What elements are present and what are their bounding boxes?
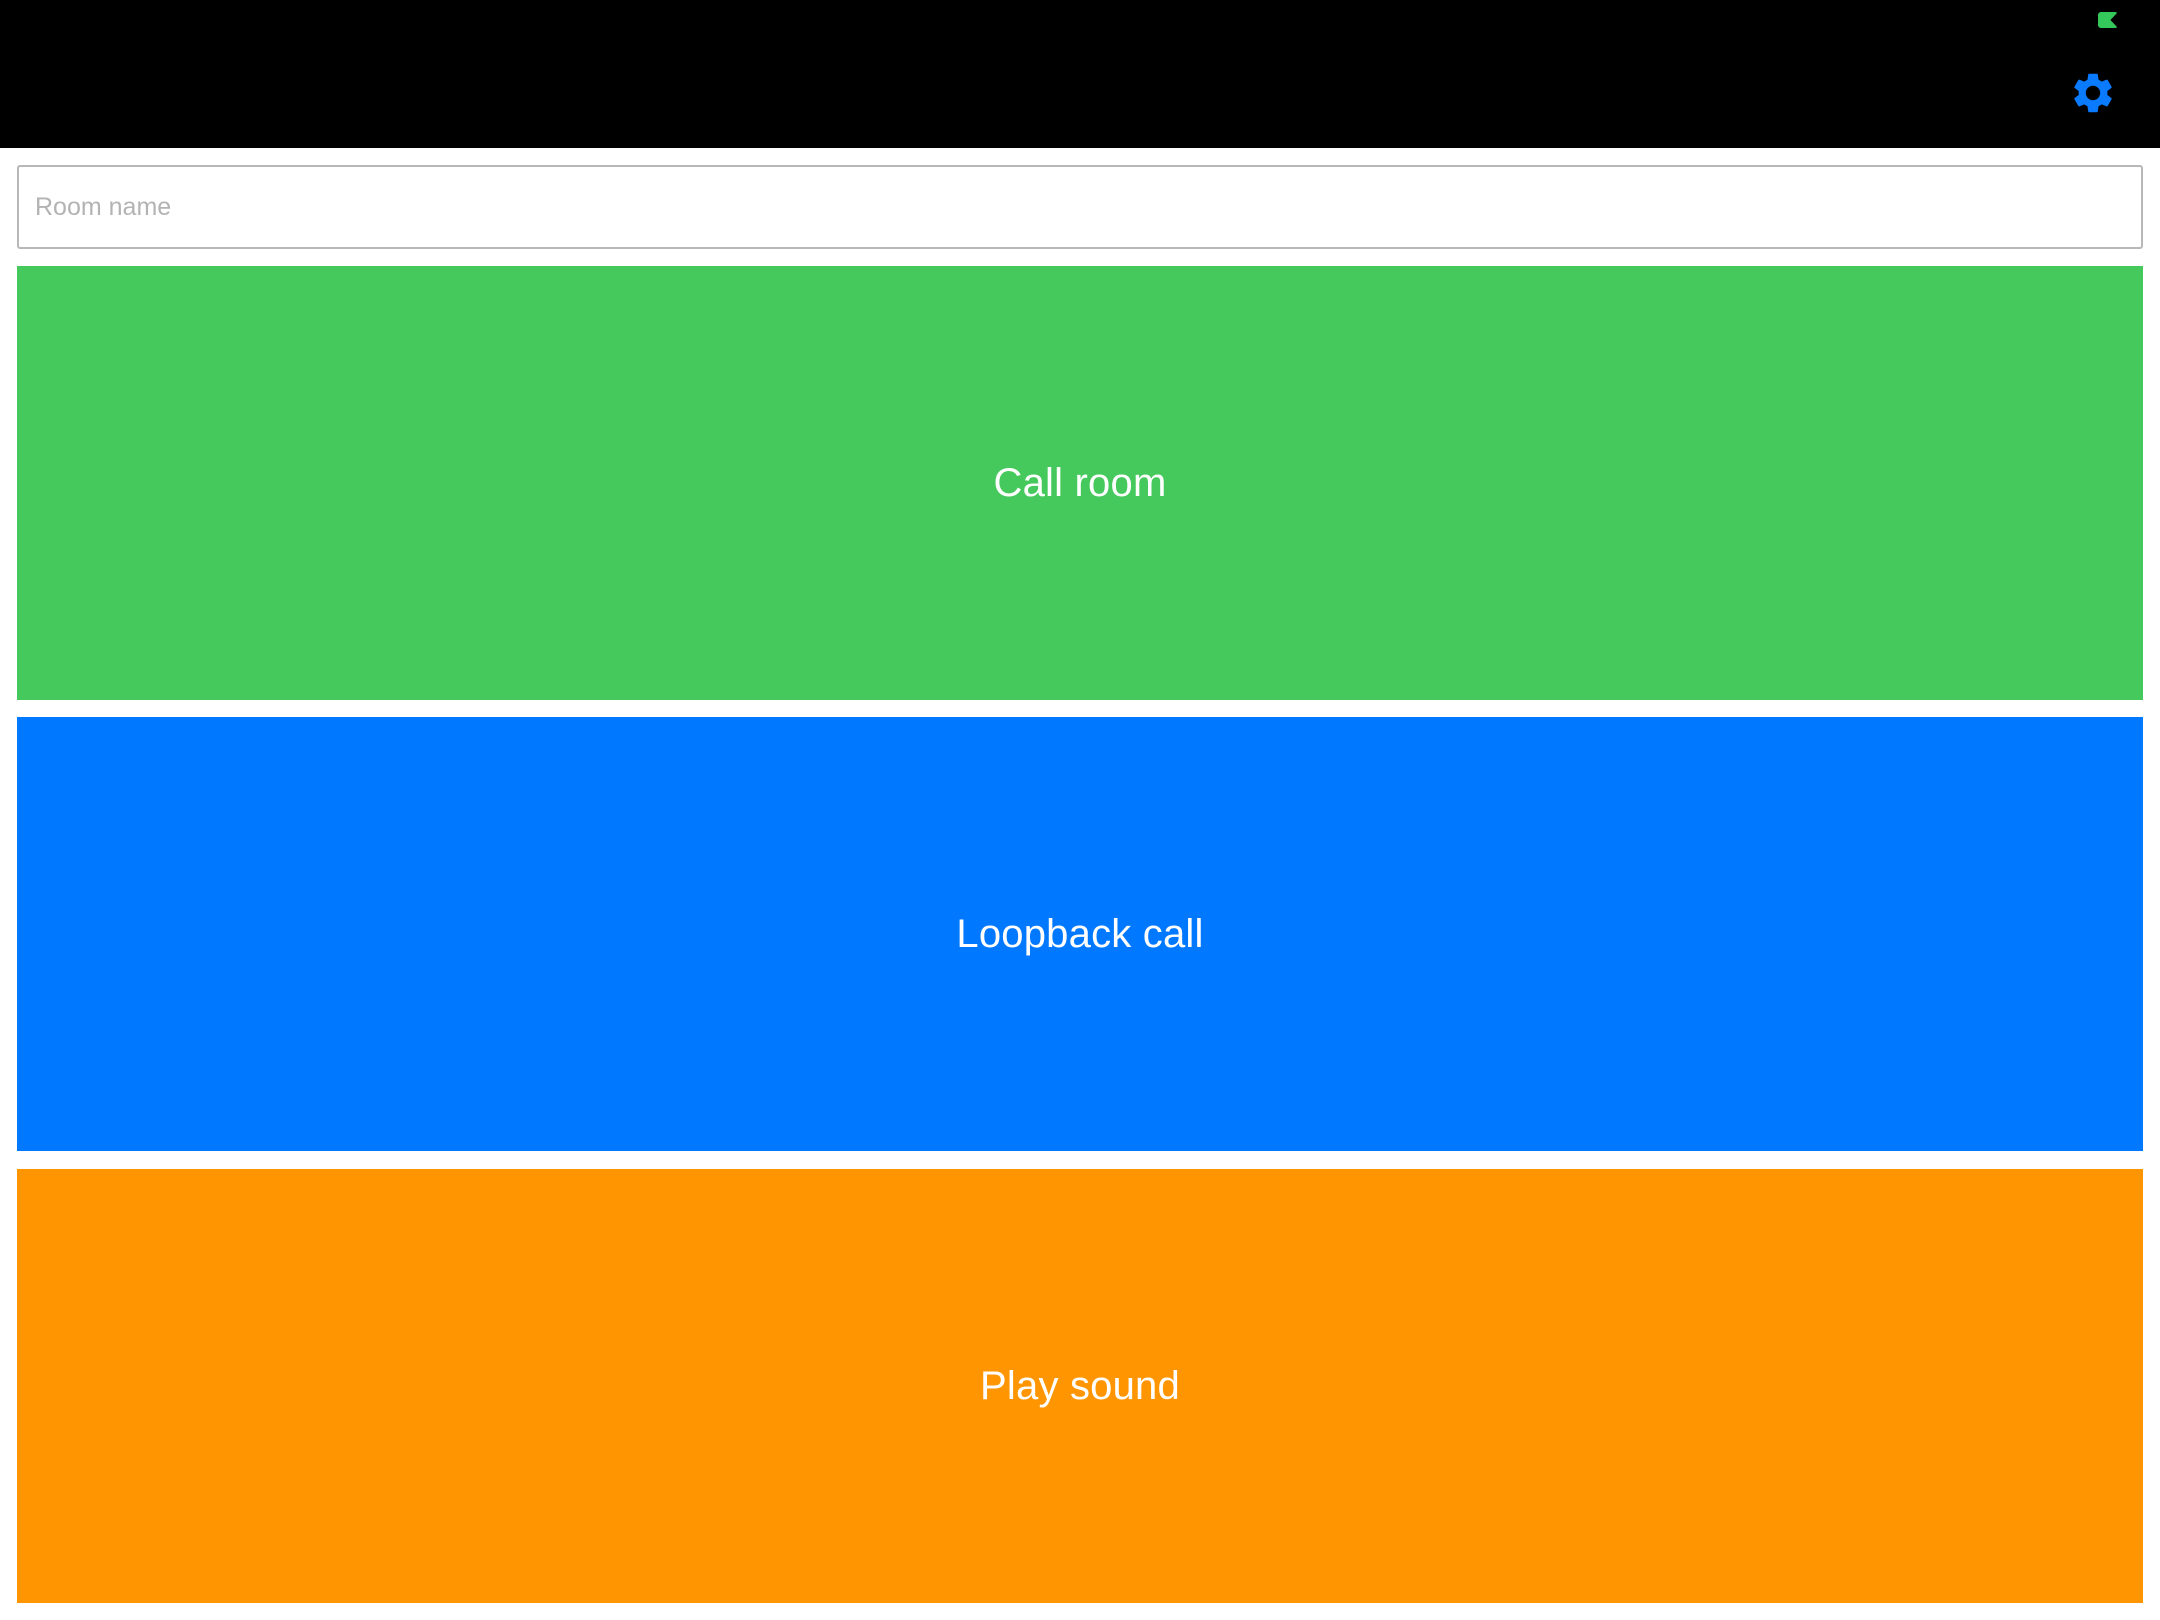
loopback-call-label: Loopback call — [956, 911, 1204, 956]
call-room-button[interactable]: Call room — [17, 266, 2143, 700]
play-sound-button[interactable]: Play sound — [17, 1169, 2143, 1603]
room-name-input[interactable] — [17, 165, 2143, 249]
status-indicator-icon — [2098, 12, 2118, 28]
call-room-label: Call room — [993, 460, 1167, 505]
top-bar — [0, 0, 2160, 148]
loopback-call-button[interactable]: Loopback call — [17, 717, 2143, 1151]
settings-button[interactable] — [2066, 66, 2120, 120]
gear-icon — [2074, 73, 2112, 113]
play-sound-label: Play sound — [980, 1363, 1180, 1408]
app-screen: Call room Loopback call Play sound — [0, 0, 2160, 1620]
